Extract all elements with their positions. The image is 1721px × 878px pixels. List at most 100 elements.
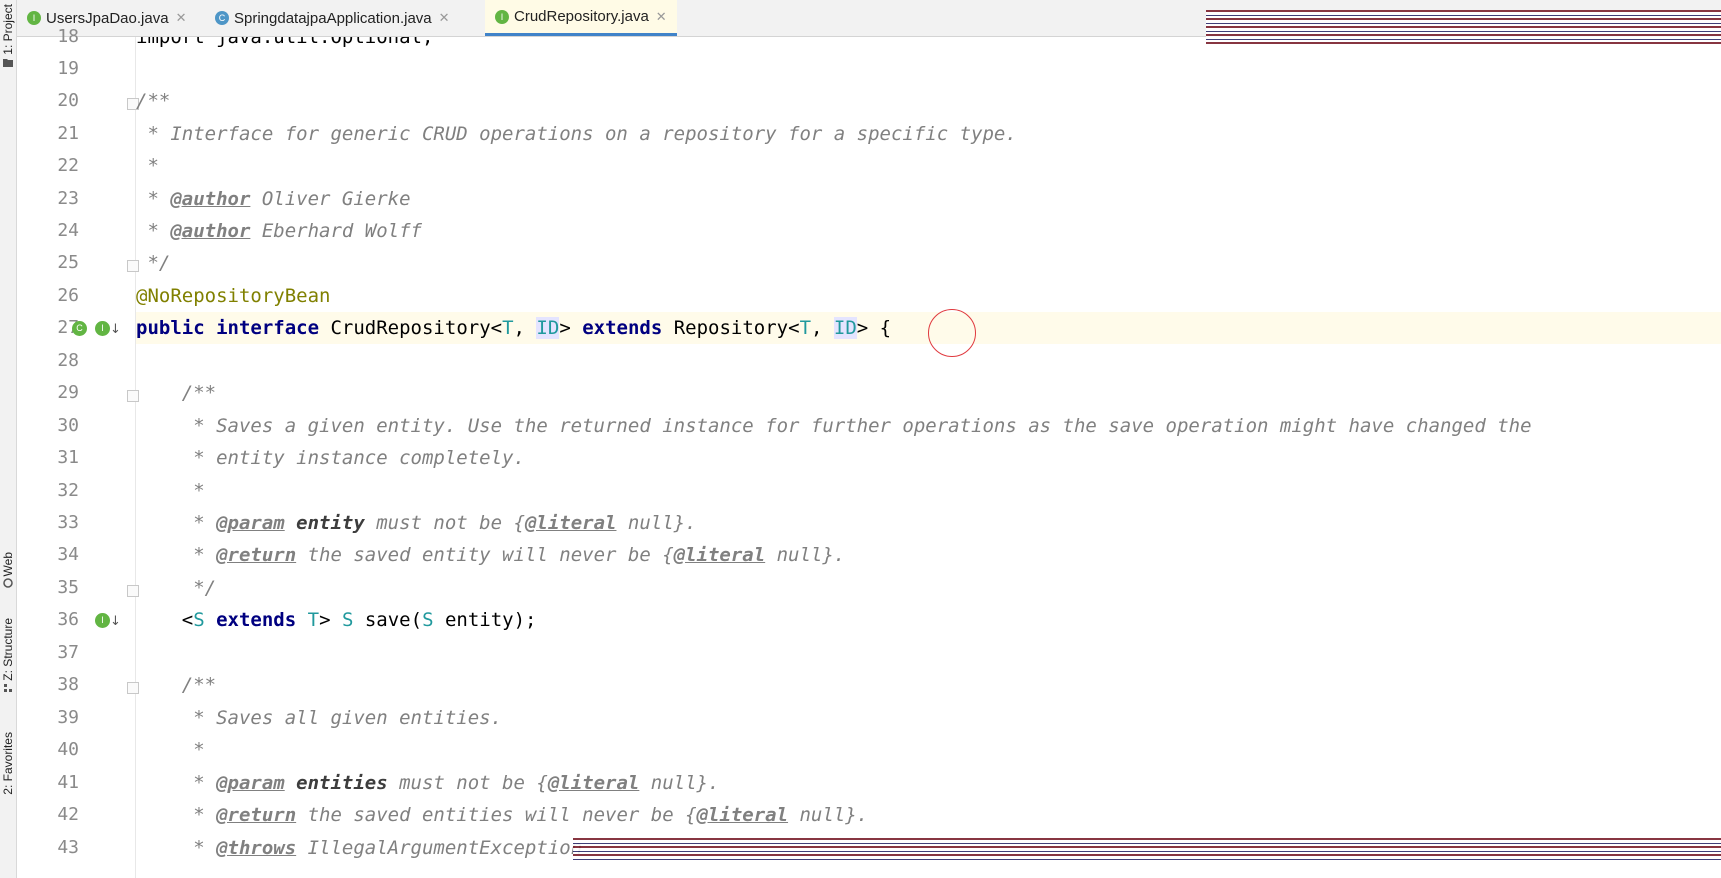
punct: > { [856,317,892,339]
javadoc-tag: @literal [696,804,789,826]
javadoc-tag: @param [216,772,285,794]
comment-text: * [136,837,217,859]
line-number: 21 [57,123,79,144]
line-number: 35 [57,577,79,598]
punct: > [559,317,583,339]
import-statement: import java.util.Optional; [136,37,434,48]
punct: > [319,609,342,631]
identifier: entity); [433,609,537,631]
comment-text: null}. [788,804,869,826]
type-param: S [341,609,354,631]
comment-text: Oliver Gierke [250,188,411,210]
identifier: save( [353,609,423,631]
punct: , [513,317,537,339]
line-number: 38 [57,674,79,695]
project-tool-label: 1: Project [1,4,15,55]
identifier: CrudRepository< [319,317,503,339]
class-icon: C [215,11,229,25]
line-number: 25 [57,252,79,273]
comment-text: null}. [765,544,846,566]
comment-text: * [136,512,217,534]
identifier: Repository< [662,317,800,339]
line-number: 31 [57,447,79,468]
type-param: T [296,609,320,631]
annotation-circle [928,309,976,357]
line-number: 36 [57,609,79,630]
globe-icon [3,578,13,589]
code-line: * @return the saved entity will never be… [136,539,1721,571]
keyword: interface [216,317,320,339]
close-icon[interactable]: ✕ [439,10,450,26]
interface-icon: I [495,9,509,24]
tool-window-strip: 1: Project Web Z: Structure 2: Favorites [0,0,17,878]
param-name: entity [284,512,365,534]
structure-tool-label: Z: Structure [1,618,15,681]
code-line: * Interface for generic CRUD operations … [136,123,1017,145]
comment-text: * [136,188,171,210]
web-tool-button[interactable]: Web [0,552,16,590]
implemented-by-icon[interactable]: C [72,321,87,336]
line-number: 43 [57,837,79,858]
code-line: * @author Oliver Gierke [136,183,1721,215]
code-editor[interactable]: import java.util.Optional; /** * Interfa… [136,37,1721,878]
arrow-down-icon: ↓ [110,322,121,337]
tab-label: CrudRepository.java [514,8,649,25]
comment-text: Eberhard Wolff [250,220,422,242]
tab-crud-repository[interactable]: I CrudRepository.java ✕ [485,0,677,36]
line-number: 29 [57,382,79,403]
line-number: 20 [57,90,79,111]
project-tool-button[interactable]: 1: Project [0,4,16,69]
line-number: 42 [57,804,79,825]
line-number: 39 [57,707,79,728]
type-param: S [422,609,434,631]
annotation-line: @NoRepositoryBean [136,285,331,307]
javadoc-tag: @literal [673,544,766,566]
javadoc-tag: @return [216,804,297,826]
keyword: extends [582,317,663,339]
code-line: * [136,739,205,761]
code-line: */ [136,252,171,274]
type-param: T [799,317,812,339]
structure-tool-button[interactable]: Z: Structure [0,618,16,695]
line-number: 41 [57,772,79,793]
interface-icon[interactable]: I [95,613,110,628]
punct: , [811,317,834,339]
comment-text: must not be { [364,512,525,534]
code-line: * @param entity must not be {@literal nu… [136,507,1721,539]
line-number: 24 [57,220,79,241]
code-line: * @param entities must not be {@literal … [136,767,1721,799]
favorites-tool-button[interactable]: 2: Favorites [0,732,16,795]
line-number: 26 [57,285,79,306]
line-number: 18 [57,26,79,47]
favorites-tool-label: 2: Favorites [1,732,15,795]
editor-gutter: 18 19 20 21 22 23 24 25 26 27 28 29 30 3… [17,26,139,878]
javadoc-tag: @param [216,512,285,534]
code-line: <S extends T> S save(S entity); [136,604,1721,636]
code-line: import java.util.Optional; [136,37,1721,53]
code-line: * entity instance completely. [136,447,525,469]
tab-springdatajpa-application[interactable]: C SpringdatajpaApplication.java ✕ [215,0,450,36]
comment-text: null}. [616,512,697,534]
line-number: 40 [57,739,79,760]
close-icon[interactable]: ✕ [656,9,667,25]
web-tool-label: Web [1,552,15,577]
type-param-highlighted: ID [833,317,857,339]
javadoc-tag: @throws [216,837,297,859]
type-param-highlighted: ID [536,317,560,339]
code-line: * Saves all given entities. [136,707,503,729]
rendering-artifact-stripes [573,838,1721,860]
keyword: public [136,317,205,339]
interface-icon[interactable]: I [95,321,110,336]
javadoc-tag: @author [170,220,251,242]
comment-text: the saved entity will never be { [296,544,674,566]
line-number: 23 [57,188,79,209]
code-line: * [136,480,205,502]
line-number: 37 [57,642,79,663]
comment-text: * [136,804,217,826]
comment-text: the saved entities will never be { [296,804,697,826]
code-line: /** [136,382,217,404]
code-line: * Saves a given entity. Use the returned… [136,415,1532,437]
folder-icon [3,58,13,67]
close-icon[interactable]: ✕ [176,10,187,26]
